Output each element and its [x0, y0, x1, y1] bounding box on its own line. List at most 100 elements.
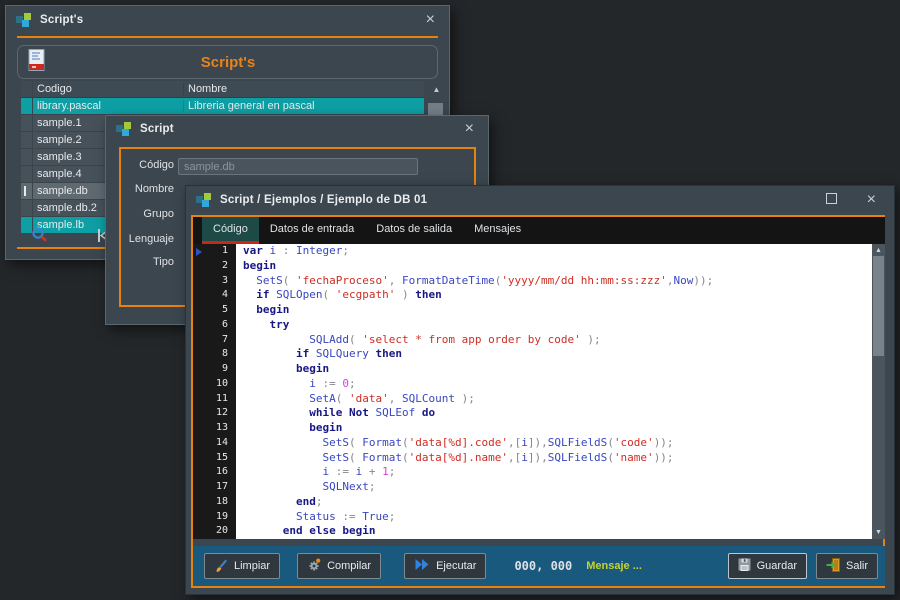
- button-label: Guardar: [757, 560, 797, 572]
- desktop: Script's × Script's Codigo: [0, 0, 900, 600]
- tab-código[interactable]: Código: [202, 217, 259, 244]
- line-number: 10: [193, 377, 236, 392]
- field-label-grupo: Grupo: [114, 208, 174, 220]
- maximize-icon[interactable]: [822, 192, 841, 208]
- column-header-nombre[interactable]: Nombre: [184, 83, 424, 95]
- cell-codigo[interactable]: library.pascal: [33, 100, 184, 112]
- line-number: 11: [193, 392, 236, 407]
- close-icon[interactable]: ×: [863, 192, 880, 208]
- line-number: 14: [193, 436, 236, 451]
- button-label: Limpiar: [234, 560, 270, 572]
- line-number: 20: [193, 524, 236, 539]
- code-line: i := i + 1;: [236, 465, 872, 480]
- scroll-down-icon[interactable]: ▼: [872, 529, 885, 536]
- code-line: SQLNext;: [236, 480, 872, 495]
- editor-titlebar[interactable]: Script / Ejemplos / Ejemplo de DB 01 ×: [186, 186, 894, 213]
- app-icon: [196, 192, 212, 208]
- code-line: SQLAdd( 'select * from app order by code…: [236, 333, 872, 348]
- field-label-nombre: Nombre: [114, 183, 174, 195]
- table-row[interactable]: library.pascalLibreria general en pascal: [21, 98, 424, 115]
- app-icon: [116, 121, 132, 137]
- divider: [17, 36, 438, 38]
- code-line: var i : Integer;: [236, 244, 872, 259]
- code-line: begin: [236, 303, 872, 318]
- limpiar-button[interactable]: Limpiar: [204, 553, 280, 579]
- tab-mensajes[interactable]: Mensajes: [463, 217, 532, 244]
- row-indicator: [21, 149, 33, 165]
- brush-icon: [214, 558, 228, 575]
- codigo-field[interactable]: [178, 158, 418, 175]
- execution-arrow-icon: [196, 248, 202, 256]
- field-label-lenguaje: Lenguaje: [114, 233, 174, 245]
- line-number: 6: [193, 318, 236, 333]
- ejecutar-button[interactable]: Ejecutar: [404, 553, 486, 579]
- scripts-header-title: Script's: [45, 54, 411, 71]
- line-number: 8: [193, 347, 236, 362]
- script-document-icon: [28, 49, 45, 76]
- editor-window-title: Script / Ejemplos / Ejemplo de DB 01: [220, 194, 427, 206]
- cell-nombre[interactable]: Libreria general en pascal: [184, 100, 424, 112]
- code-line: while Not SQLEof do: [236, 406, 872, 421]
- scroll-up-icon[interactable]: ▲: [872, 247, 885, 254]
- code-line: end else begin: [236, 524, 872, 539]
- script-form-titlebar[interactable]: Script ×: [106, 116, 488, 142]
- gear-icon: [307, 558, 321, 575]
- code-line: begin: [236, 259, 872, 274]
- code-line: if SQLOpen( 'ecgpath' ) then: [236, 288, 872, 303]
- scripts-list-titlebar[interactable]: Script's ×: [6, 6, 449, 33]
- scripts-header-panel: Script's: [17, 45, 438, 79]
- line-number: 13: [193, 421, 236, 436]
- line-number: 12: [193, 406, 236, 421]
- field-label-tipo: Tipo: [114, 256, 174, 268]
- row-indicator: [21, 115, 33, 131]
- code-line: SetS( Format('data[%d].code',[i]),SQLFie…: [236, 436, 872, 451]
- line-number: 19: [193, 510, 236, 525]
- line-number: 5: [193, 303, 236, 318]
- run-icon: [414, 558, 430, 574]
- line-number: 7: [193, 333, 236, 348]
- tab-datos-de-entrada[interactable]: Datos de entrada: [259, 217, 365, 244]
- code-line: SetA( 'data', SQLCount );: [236, 392, 872, 407]
- button-label: Compilar: [327, 560, 371, 572]
- row-indicator: [21, 98, 33, 114]
- scripts-list-title: Script's: [40, 14, 83, 26]
- compilar-button[interactable]: Compilar: [297, 553, 381, 579]
- row-indicator: [21, 183, 33, 199]
- table-header[interactable]: Codigo Nombre: [21, 81, 424, 98]
- column-header-codigo[interactable]: Codigo: [33, 83, 184, 95]
- tab-datos-de-salida[interactable]: Datos de salida: [365, 217, 463, 244]
- line-number: 9: [193, 362, 236, 377]
- salir-button[interactable]: Salir: [816, 553, 878, 579]
- row-indicator: [21, 132, 33, 148]
- button-label: Ejecutar: [436, 560, 476, 572]
- editor-bottombar: LimpiarCompilarEjecutar000, 000Mensaje .…: [193, 546, 885, 586]
- code-line: end;: [236, 495, 872, 510]
- code-line: Status := True;: [236, 510, 872, 525]
- editor-scrollbar[interactable]: ▲ ▼: [872, 244, 885, 539]
- code-line: SetS( 'fechaProceso', FormatDateTime('yy…: [236, 274, 872, 289]
- row-caret: [24, 186, 26, 196]
- line-number: 17: [193, 480, 236, 495]
- scroll-up-icon[interactable]: ▲: [426, 85, 447, 94]
- code-line: try: [236, 318, 872, 333]
- line-number: 4: [193, 288, 236, 303]
- line-number: 16: [193, 465, 236, 480]
- scrollbar-thumb[interactable]: [873, 256, 884, 356]
- line-number: 1: [193, 244, 236, 259]
- line-number: 3: [193, 274, 236, 289]
- window-script-editor: Script / Ejemplos / Ejemplo de DB 01 × C…: [185, 185, 895, 595]
- code-editor[interactable]: var i : Integer;begin SetS( 'fechaProces…: [236, 244, 872, 539]
- line-number: 2: [193, 259, 236, 274]
- close-icon[interactable]: ×: [461, 121, 478, 137]
- line-number: 18: [193, 495, 236, 510]
- row-indicator: [21, 200, 33, 216]
- script-form-title: Script: [140, 123, 174, 135]
- field-label-código: Código: [114, 159, 174, 171]
- code-line: begin: [236, 421, 872, 436]
- editor-gutter: 1234567891011121314151617181920: [193, 244, 236, 539]
- code-line: if SQLQuery then: [236, 347, 872, 362]
- button-label: Salir: [846, 560, 868, 572]
- code-line: begin: [236, 362, 872, 377]
- guardar-button[interactable]: Guardar: [728, 553, 807, 579]
- close-icon[interactable]: ×: [422, 12, 439, 28]
